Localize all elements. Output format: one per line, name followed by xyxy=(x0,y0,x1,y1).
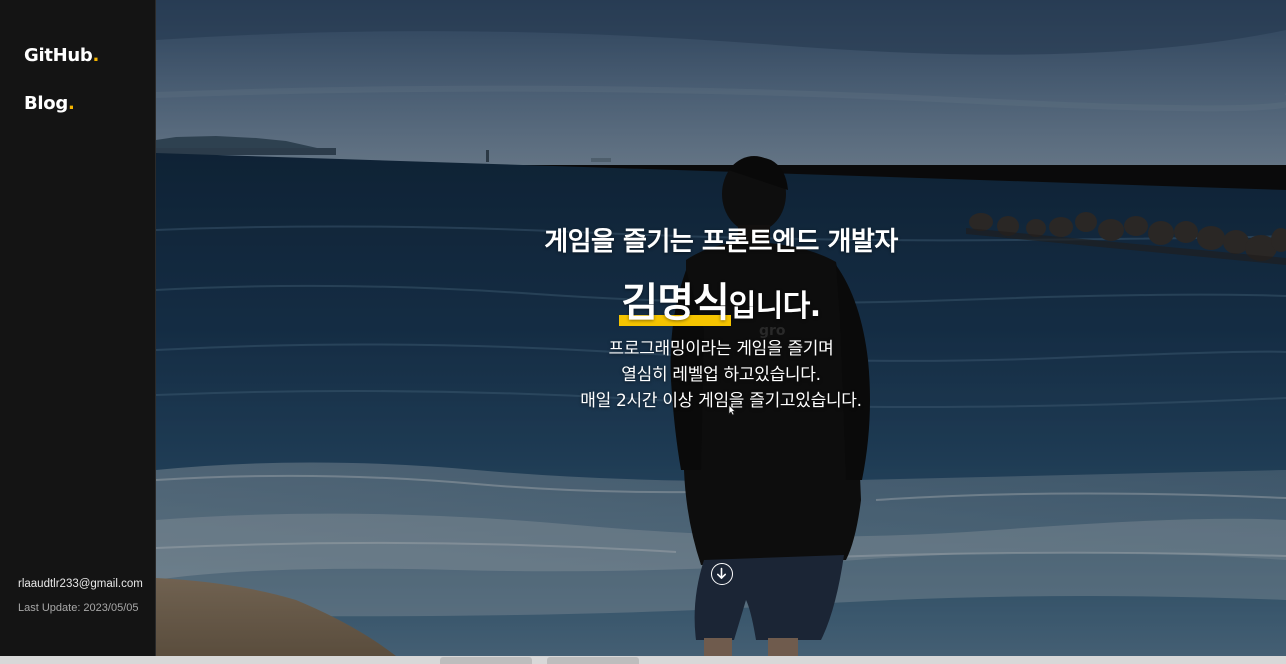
blog-link-label: Blog xyxy=(24,93,68,114)
contact-email: rlaaudtlr233@gmail.com xyxy=(18,578,143,590)
mouse-cursor-icon xyxy=(728,404,736,416)
app-root: GitHub. Blog. rlaaudtlr233@gmail.com Las… xyxy=(0,0,1286,664)
hero-name-suffix: 입니다. xyxy=(728,289,821,324)
blog-link-dot: . xyxy=(67,93,75,114)
blog-link[interactable]: Blog. xyxy=(24,93,75,114)
bottom-tab-1 xyxy=(440,657,532,664)
github-link-label: GitHub xyxy=(24,45,93,66)
bottom-tab-2 xyxy=(547,657,639,664)
github-link[interactable]: GitHub. xyxy=(24,45,99,66)
hero-section: gro 게임을 즐기는 프론트엔드 개발자 김명식 입니다. 프로그래밍이라는 … xyxy=(156,0,1286,656)
hero-name-line: 김명식 입니다. xyxy=(156,270,1286,328)
hero-intro: 프로그래밍이라는 게임을 즐기며 열심히 레벨업 하고있습니다. 매일 2시간 … xyxy=(156,336,1286,414)
hero-dim-overlay xyxy=(156,0,1286,656)
hero-headline: 게임을 즐기는 프론트엔드 개발자 xyxy=(544,227,898,257)
sidebar: GitHub. Blog. rlaaudtlr233@gmail.com Las… xyxy=(0,0,156,664)
intro-line-2: 열심히 레벨업 하고있습니다. xyxy=(621,365,821,385)
last-update: Last Update: 2023/05/05 xyxy=(18,602,139,614)
name-highlight: 김명식 xyxy=(619,270,731,328)
hero-name: 김명식 xyxy=(621,280,729,326)
scroll-down-button[interactable] xyxy=(711,563,733,585)
window-bottom-edge xyxy=(0,656,1286,664)
intro-line-3: 매일 2시간 이상 게임을 즐기고있습니다. xyxy=(580,391,862,411)
intro-line-1: 프로그래밍이라는 게임을 즐기며 xyxy=(608,339,834,359)
arrow-down-circle-icon xyxy=(717,567,726,579)
github-link-dot: . xyxy=(92,45,100,66)
